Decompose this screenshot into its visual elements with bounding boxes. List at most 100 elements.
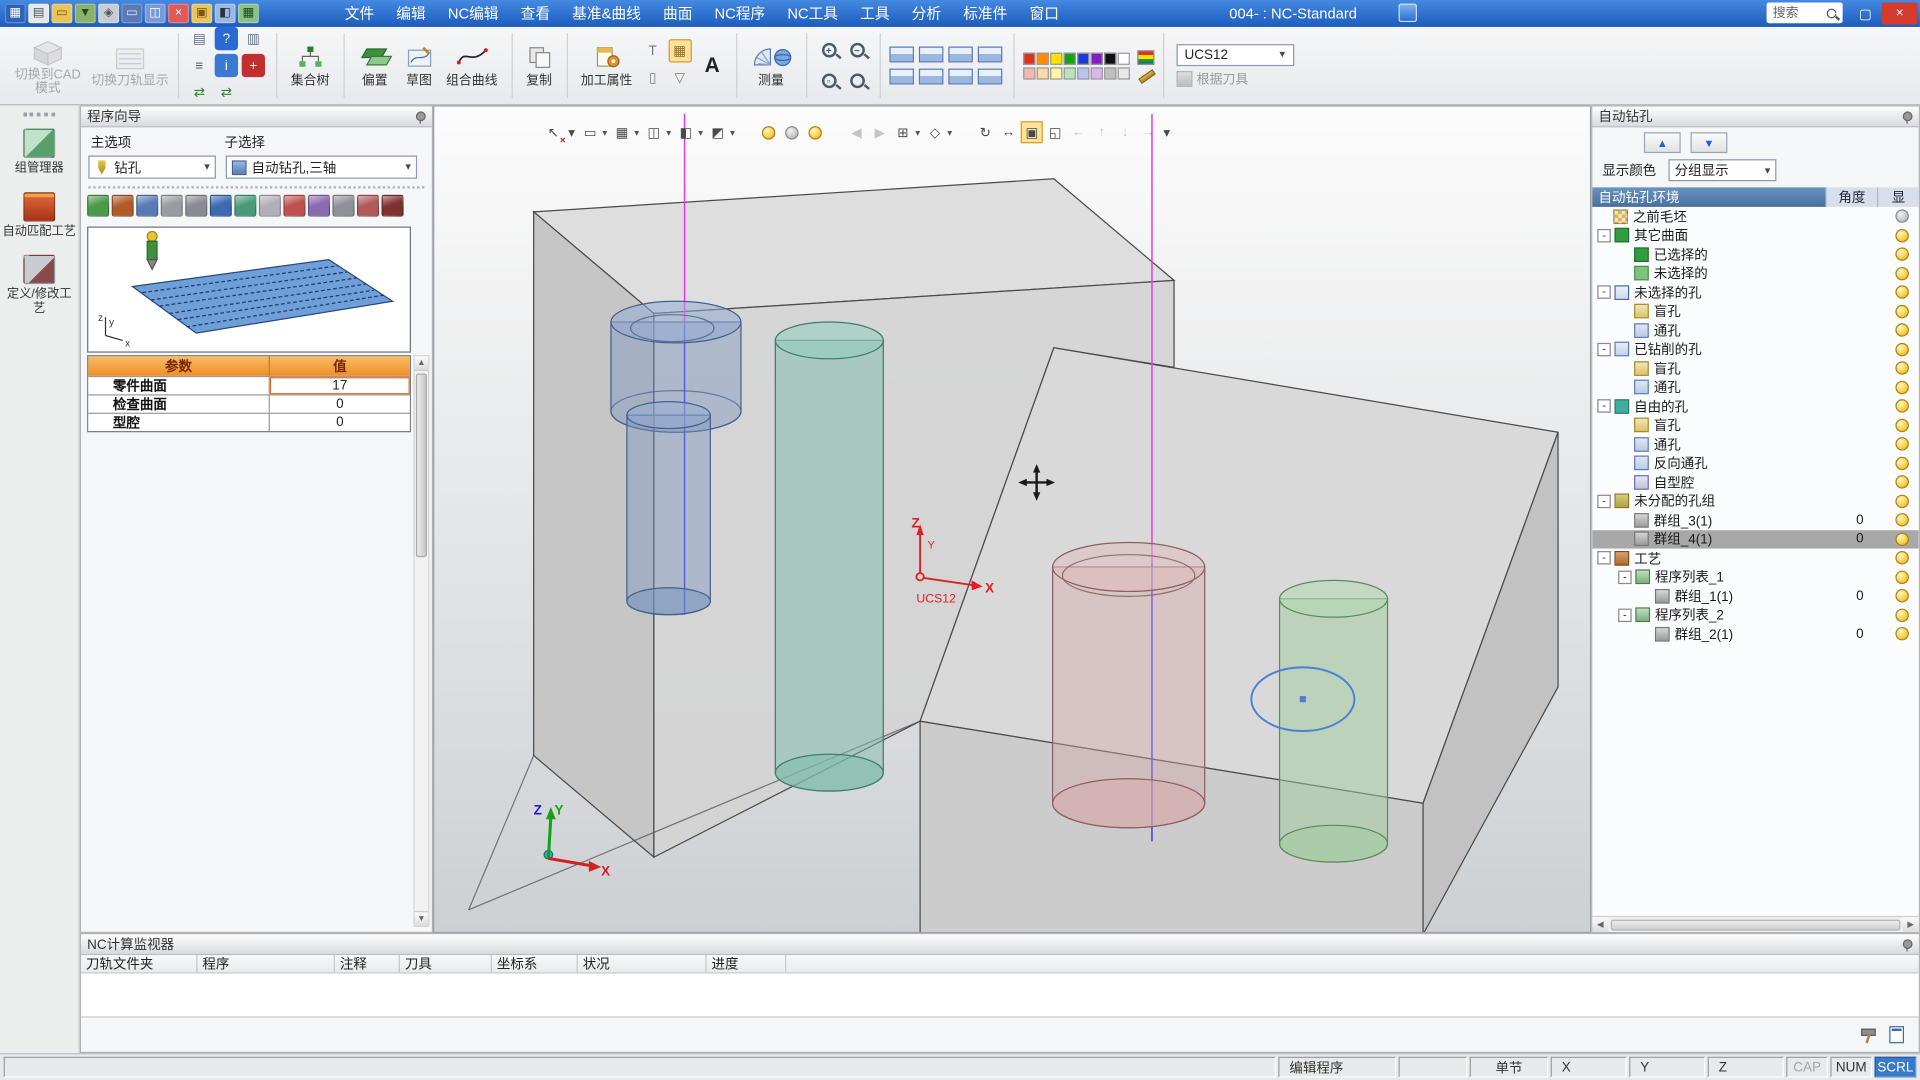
visibility-cell[interactable] [1884, 475, 1918, 488]
menu-item[interactable]: 文件 [334, 0, 386, 27]
sketch-button[interactable]: 草图 [401, 42, 438, 90]
menu-item[interactable]: 查看 [510, 0, 562, 27]
monitor-column-header[interactable]: 刀轨文件夹 [81, 955, 198, 972]
settings-icon[interactable]: ◈ [98, 4, 119, 24]
filter-funnel-icon[interactable]: ▽ [668, 66, 691, 89]
step-right-icon[interactable]: → [1137, 121, 1159, 143]
color-pencil-icon[interactable] [1137, 67, 1154, 82]
render-mode-icon[interactable]: ◩ [707, 121, 729, 143]
tree-item[interactable]: -程序列表_1 [1592, 568, 1918, 587]
visibility-cell[interactable] [1884, 456, 1918, 469]
expand-toggle-icon[interactable]: - [1618, 570, 1631, 583]
selection-filter-icon[interactable]: ▦ [611, 121, 633, 143]
previous-view-icon[interactable]: ◀ [845, 121, 867, 143]
visibility-bulb-icon[interactable] [1895, 513, 1908, 526]
visibility-bulb-icon[interactable] [1895, 362, 1908, 375]
color-swatch[interactable] [1023, 67, 1035, 79]
window-layout-icon[interactable] [977, 47, 1002, 63]
dropdown-caret-icon[interactable]: ▾ [602, 127, 607, 138]
graphics-viewport[interactable]: ↖×▾▭▾▦▾◫▾◧▾◩▾◀▶⊞▾◇▾↻↔▣◱←↑↓→▾ [433, 105, 1591, 933]
select-pointer-icon[interactable]: ↖× [542, 121, 564, 143]
copy-button[interactable]: 复制 [521, 42, 558, 90]
monitor-title-bar[interactable]: NC计算监视器 [81, 934, 1919, 955]
app-menu-icon[interactable]: ▦ [5, 4, 26, 24]
scroll-right-arrow[interactable]: ▶ [1903, 917, 1919, 932]
worksheet-icon[interactable]: ▥ [242, 27, 265, 50]
color-swatch[interactable] [1077, 52, 1089, 64]
display-mode-dropdown[interactable]: 分组显示 [1668, 159, 1776, 181]
visibility-bulb-icon[interactable] [1895, 437, 1908, 450]
tree-item[interactable]: 盲孔 [1592, 416, 1918, 435]
visibility-bulb-icon[interactable] [1895, 532, 1908, 545]
color-swatch[interactable] [1090, 67, 1102, 79]
color-swatch[interactable] [1117, 52, 1129, 64]
expand-toggle-icon[interactable]: - [1597, 229, 1610, 242]
zoom-in-icon[interactable]: + [815, 43, 842, 58]
visibility-bulb-icon[interactable] [1895, 229, 1908, 242]
isometric-view-icon[interactable]: ◇ [924, 121, 946, 143]
visibility-cell[interactable] [1884, 608, 1918, 621]
scroll-thumb[interactable] [1611, 919, 1901, 930]
visibility-cell[interactable] [1884, 532, 1918, 545]
visibility-cell[interactable] [1884, 343, 1918, 356]
data-grid-icon[interactable]: ▦ [238, 4, 259, 24]
tree-item[interactable]: 通孔 [1592, 435, 1918, 454]
expand-toggle-icon[interactable]: - [1597, 551, 1610, 564]
visibility-cell[interactable] [1884, 229, 1918, 242]
toolbox-icon[interactable]: + [242, 54, 265, 77]
visibility-bulb-icon[interactable] [1895, 381, 1908, 394]
pan-view-icon[interactable]: ↔ [998, 121, 1020, 143]
visibility-bulb-icon[interactable] [1895, 456, 1908, 469]
visibility-bulb-icon[interactable] [1895, 210, 1908, 223]
tree-item[interactable]: -未选择的孔 [1592, 283, 1918, 302]
scroll-left-arrow[interactable]: ◀ [1592, 917, 1608, 932]
visibility-bulb-icon[interactable] [1895, 324, 1908, 337]
window-layout-icon[interactable] [977, 69, 1002, 85]
sidebar-item-define-modify-process[interactable]: 定义/修改工艺 [1, 255, 77, 316]
visibility-bulb-icon[interactable] [1895, 475, 1908, 488]
zoom-out-icon[interactable]: − [843, 43, 870, 58]
dropdown-caret-icon[interactable]: ▾ [634, 127, 639, 138]
info-icon[interactable]: i [215, 54, 238, 77]
visibility-cell[interactable] [1884, 437, 1918, 450]
visibility-cell[interactable] [1884, 362, 1918, 375]
open-folder-icon[interactable]: ▭ [52, 4, 73, 24]
help-icon[interactable]: ? [215, 27, 238, 50]
monitor-column-header[interactable]: 进度 [707, 955, 787, 972]
toggle-cad-mode-button[interactable]: 切换到CAD模式 [9, 35, 88, 96]
menu-item[interactable]: 标准件 [952, 0, 1018, 27]
assembly-tree-button[interactable]: 集合树 [286, 42, 334, 90]
sidebar-item-group-manager[interactable]: 组管理器 [1, 129, 77, 176]
visibility-cell[interactable] [1884, 381, 1918, 394]
visibility-cell[interactable] [1884, 627, 1918, 640]
color-swatch[interactable] [1063, 52, 1075, 64]
tree-item[interactable]: 通孔 [1592, 378, 1918, 397]
screen-display-icon[interactable]: ▭ [121, 4, 142, 24]
data-table-icon[interactable]: ▤ [188, 27, 211, 50]
tree-item[interactable]: -工艺 [1592, 549, 1918, 568]
light-on-icon[interactable] [757, 121, 779, 143]
machining-properties-button[interactable]: 加工属性 [576, 42, 637, 90]
tree-item[interactable]: 自型腔 [1592, 473, 1918, 492]
expand-toggle-icon[interactable]: - [1597, 494, 1610, 507]
menu-item[interactable]: 基准&曲线 [561, 0, 652, 27]
display-style-icon[interactable]: ◧ [675, 121, 697, 143]
step-up-icon[interactable]: ↑ [1091, 121, 1113, 143]
settings-tool-icon[interactable] [332, 195, 354, 217]
zoom-fit-icon[interactable]: ◱ [1044, 121, 1066, 143]
error-list-icon[interactable]: × [168, 4, 189, 24]
window-select-icon[interactable]: ▭ [579, 121, 601, 143]
visibility-bulb-icon[interactable] [1895, 267, 1908, 280]
text-annotation-button[interactable]: A [697, 51, 726, 80]
report-icon[interactable] [1889, 1026, 1904, 1043]
macro-tool-icon[interactable] [308, 195, 330, 217]
monitor-body[interactable] [81, 973, 1919, 1017]
visibility-bulb-icon[interactable] [1895, 286, 1908, 299]
menu-item[interactable]: 窗口 [1018, 0, 1070, 27]
window-layout-icon[interactable] [918, 69, 943, 85]
more-display-icon[interactable]: ▾ [1161, 121, 1173, 143]
color-swatch[interactable] [1050, 52, 1062, 64]
swap-out-icon[interactable]: ⇄ [188, 81, 211, 104]
color-swatch[interactable] [1104, 67, 1116, 79]
visibility-cell[interactable] [1884, 589, 1918, 602]
